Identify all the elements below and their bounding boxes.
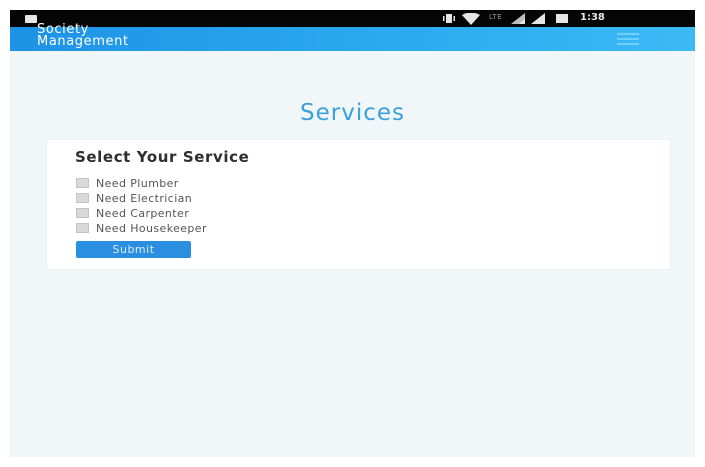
service-form-heading: Select Your Service — [75, 148, 250, 166]
network-type-label: LTE — [489, 13, 503, 21]
wifi-icon — [462, 12, 480, 28]
app-bar: Society Management — [10, 23, 695, 51]
status-clock: 1:38 — [580, 12, 605, 23]
hamburger-menu-icon[interactable] — [617, 33, 639, 45]
plumber-checkbox[interactable] — [76, 178, 89, 188]
service-card: Select Your Service Need Plumber Need El… — [47, 140, 670, 269]
page-title: Services — [300, 100, 405, 126]
option-label: Need Housekeeper — [96, 222, 207, 235]
housekeeper-checkbox[interactable] — [76, 223, 89, 233]
electrician-checkbox[interactable] — [76, 193, 89, 203]
option-label: Need Plumber — [96, 177, 179, 190]
battery-icon — [556, 14, 568, 23]
menu-bar-line — [617, 33, 639, 35]
signal-icon — [511, 13, 525, 27]
phone-screen: LTE 1:38 Society Management Services Sel… — [10, 10, 695, 457]
notification-icon — [25, 15, 37, 23]
signal-icon — [531, 13, 545, 27]
app-title: Society Management — [37, 23, 257, 49]
option-label: Need Carpenter — [96, 207, 190, 220]
vibrate-icon — [442, 13, 456, 24]
carpenter-checkbox[interactable] — [76, 208, 89, 218]
menu-bar-line — [617, 38, 639, 40]
option-label: Need Electrician — [96, 192, 193, 205]
submit-button[interactable]: Submit — [76, 241, 191, 258]
app-title-line-2: Management — [37, 34, 129, 49]
menu-bar-line — [617, 43, 639, 45]
